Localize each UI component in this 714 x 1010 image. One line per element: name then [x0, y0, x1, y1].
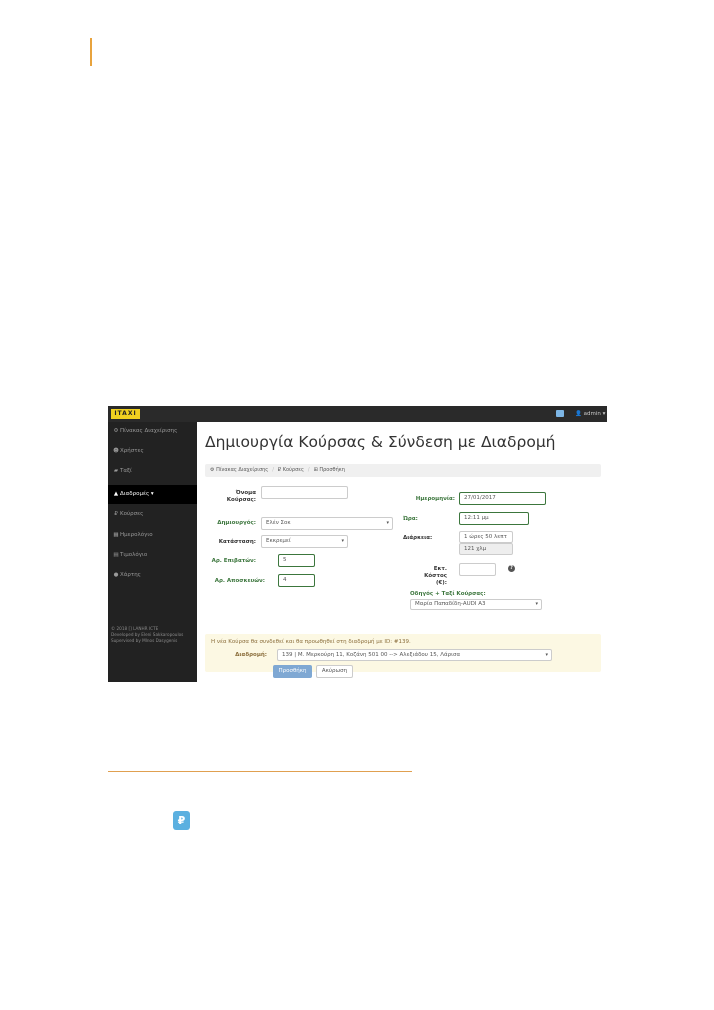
course-icon: ₽ [114, 511, 118, 517]
time-input[interactable]: 12:11 μμ [459, 512, 529, 525]
add-button[interactable]: Προσθήκη [273, 665, 312, 678]
date-input[interactable]: 27/01/2017 [459, 492, 546, 505]
cancel-button[interactable]: Ακύρωση [316, 665, 353, 678]
duration-value: 1 ώρες 50 λεπτ [459, 531, 513, 543]
chevron-down-icon: ▾ [386, 520, 389, 526]
chevron-down-icon: ▾ [341, 538, 344, 544]
status-select-value: Εκκρεμεί [266, 538, 291, 544]
main-content: Δημιουργία Κούρσας & Σύνδεση με Διαδρομή… [197, 422, 607, 682]
creator-label: Δημιουργός: [217, 520, 256, 526]
sidebar-item-calendar[interactable]: ▦Ημερολόγιο [108, 526, 197, 545]
sidebar-item-label: Χάρτης [120, 572, 141, 578]
dashboard-icon: ⚙ [113, 428, 119, 434]
breadcrumb-separator: / [307, 467, 310, 473]
footnote-divider [108, 771, 412, 772]
sidebar-item-courses[interactable]: ₽ Κούρσες [108, 505, 197, 524]
status-label: Κατάσταση: [218, 539, 256, 545]
sidebar-item-dashboard[interactable]: ⚙ Πίνακας Διαχείρισης [108, 422, 197, 441]
luggage-label: Αρ. Αποσκευών: [214, 578, 265, 584]
chevron-down-icon: ▾ [535, 601, 538, 607]
footer-line: Supervised by Mlnos Dasygenis [111, 638, 178, 643]
sidebar-item-label: Χρήστες [120, 448, 144, 454]
page-title: Δημιουργία Κούρσας & Σύνδεση με Διαδρομή [205, 433, 556, 451]
users-icon: ☻ [113, 448, 119, 454]
breadcrumb-label: Προσθήκη [319, 467, 345, 473]
sidebar-item-label: Ταξί [120, 468, 132, 474]
folder-icon[interactable] [556, 410, 564, 417]
sidebar-item-label: Τιμολόγιο [120, 552, 148, 558]
passengers-input[interactable]: 5 [278, 554, 315, 567]
breadcrumb-add: ⊞ Προσθήκη [314, 464, 345, 477]
duration-label: Διάρκεια: [403, 535, 433, 541]
creator-select[interactable]: Ελέν Σοκ ▾ [261, 517, 393, 530]
sidebar-footer: © 2018 [] LANHR ICTE Developed by Eleni … [111, 626, 183, 644]
user-menu[interactable]: 👤 admin ▾ [575, 409, 605, 419]
route-link-alert: Η νέα Κούρσα θα συνδεθεί και θα προωθηθε… [205, 634, 601, 672]
creator-select-value: Ελέν Σοκ [266, 520, 291, 526]
sidebar-item-routes[interactable]: ▲ Διαδρομές ▾ [108, 485, 197, 504]
status-select[interactable]: Εκκρεμεί ▾ [261, 535, 348, 548]
breadcrumb-label: Κούρσες [282, 467, 304, 473]
taxi-icon: ▰ [113, 468, 119, 474]
pricelist-icon: ▤ [113, 552, 119, 558]
driver-select[interactable]: Μαρία Παπαδίδη-AUDI A3 ▾ [410, 599, 542, 610]
route-select[interactable]: 139 | Μ. Μερκούρη 11, Κοζάνη 501 00 --> … [277, 649, 552, 661]
sidebar-item-map[interactable]: ● Χάρτης [108, 566, 197, 585]
sidebar-item-label: Ημερολόγιο [120, 532, 153, 538]
course-name-label: Όνομα Κούρσας: [226, 490, 256, 503]
sidebar-item-label: Πίνακας Διαχείρισης [120, 428, 178, 434]
estimated-cost-input[interactable] [459, 563, 496, 576]
time-label: Ώρα: [403, 516, 418, 522]
sidebar: ⚙ Πίνακας Διαχείρισης ☻Χρήστες ▰ Ταξί ▲ Δια… [108, 422, 197, 682]
course-name-input[interactable] [261, 486, 348, 499]
date-label: Ημερομηνία: [415, 496, 455, 502]
app-screenshot: ITAXI 👤 admin ▾ ⚙ Πίνακας Διαχείρισης ☻Χρ… [108, 406, 607, 682]
road-icon: ▲ [113, 491, 119, 497]
sidebar-item-taxi[interactable]: ▰ Ταξί [108, 462, 197, 481]
app-logo[interactable]: ITAXI [111, 409, 140, 419]
chevron-down-icon: ▾ [545, 652, 548, 658]
driver-label: Οδηγός + Ταξί Κούρσας: [410, 591, 486, 597]
course-icon: ₽ [173, 811, 190, 830]
distance-value: 121 χλμ [459, 543, 513, 555]
passengers-label: Αρ. Επιβατών: [211, 558, 256, 564]
estimated-cost-label: Εκτ. Κόστος (€): [424, 566, 447, 586]
top-navbar: ITAXI 👤 admin ▾ [108, 406, 607, 422]
breadcrumb-separator: / [272, 467, 274, 473]
user-menu-label: admin ▾ [583, 411, 606, 417]
breadcrumb-label: Πίνακας Διαχείρισης [216, 467, 269, 473]
sidebar-item-label: Διαδρομές ▾ [120, 491, 154, 497]
map-marker-icon: ● [113, 572, 119, 578]
sidebar-item-label: Κούρσες [120, 511, 144, 517]
route-label: Διαδρομή: [235, 652, 267, 658]
sidebar-item-pricelist[interactable]: ▤Τιμολόγιο [108, 546, 197, 565]
sidebar-item-users[interactable]: ☻Χρήστες [108, 442, 197, 461]
driver-select-value: Μαρία Παπαδίδη-AUDI A3 [415, 601, 486, 607]
help-icon[interactable]: ? [508, 565, 515, 572]
calendar-icon: ▦ [113, 532, 119, 538]
breadcrumb-courses[interactable]: ₽ Κούρσες [278, 464, 304, 477]
margin-accent-line [90, 38, 92, 66]
luggage-input[interactable]: 4 [278, 574, 315, 587]
alert-message: Η νέα Κούρσα θα συνδεθεί και θα προωθηθε… [211, 639, 411, 645]
breadcrumb: ⚙ Πίνακας Διαχείρισης / ₽ Κούρσες / ⊞ Προσθή… [205, 464, 601, 477]
breadcrumb-home[interactable]: ⚙ Πίνακας Διαχείρισης [210, 464, 268, 477]
route-select-value: 139 | Μ. Μερκούρη 11, Κοζάνη 501 00 --> … [282, 652, 461, 658]
